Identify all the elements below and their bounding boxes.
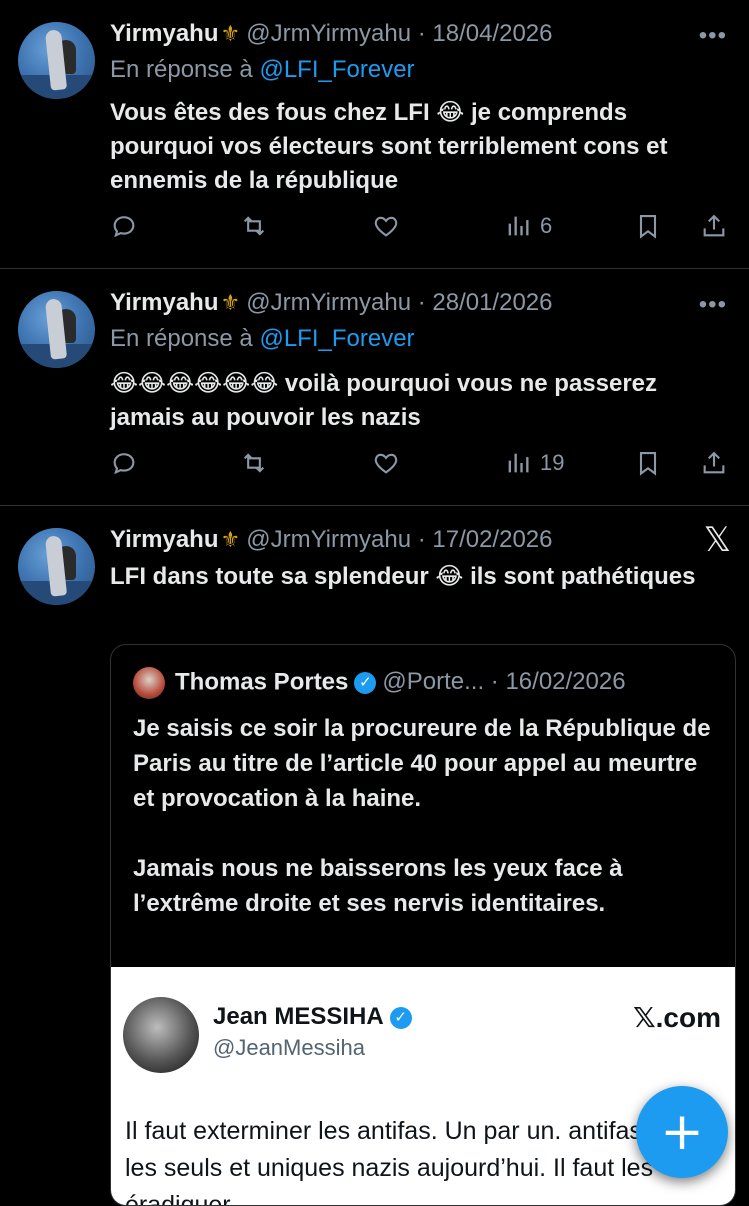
verified-badge-icon: ✓: [389, 1006, 412, 1029]
quoted-header: Thomas Portes ✓ @Porte... · 16/02/2026: [133, 667, 626, 699]
tweet-header: Yirmyahu⚜ @JrmYirmyahu · 18/04/2026: [110, 20, 749, 52]
tweet[interactable]: Yirmyahu⚜ @JrmYirmyahu · 18/04/2026 ••• E…: [0, 0, 749, 269]
author-name[interactable]: Yirmyahu: [110, 289, 218, 316]
reply-icon: [113, 453, 135, 475]
fleur-de-lis-icon: ⚜: [220, 290, 241, 315]
author-handle-date[interactable]: @JrmYirmyahu · 18/04/2026: [246, 20, 552, 47]
reply-icon: [113, 216, 135, 238]
bookmark-button[interactable]: [634, 212, 662, 240]
retweet-button[interactable]: [240, 449, 268, 477]
compose-icon: +: [660, 1102, 704, 1162]
tweet-header: Yirmyahu⚜ @JrmYirmyahu · 28/01/2026: [110, 289, 749, 321]
share-button[interactable]: [700, 449, 728, 477]
avatar[interactable]: [18, 291, 95, 368]
views-count: 19: [540, 450, 565, 475]
reply-prefix: En réponse à: [110, 56, 253, 83]
quoted-author-name[interactable]: Thomas Portes: [175, 668, 348, 695]
reply-prefix: En réponse à: [110, 325, 253, 352]
heart-icon: [374, 216, 398, 237]
verified-badge-icon: ✓: [354, 672, 377, 694]
views-icon: [508, 453, 529, 473]
like-button[interactable]: [372, 212, 400, 240]
x-logo-icon[interactable]: 𝕏: [704, 520, 731, 560]
bookmark-icon: [639, 215, 657, 239]
share-button[interactable]: [700, 212, 728, 240]
fleur-de-lis-icon: ⚜: [220, 21, 241, 46]
avatar[interactable]: [18, 528, 95, 605]
embedded-screenshot-card: Jean MESSIHA ✓ @JeanMessiha 𝕏.com Il faut…: [111, 967, 735, 1205]
author-handle-date[interactable]: @JrmYirmyahu · 17/02/2026: [246, 526, 552, 553]
views-button[interactable]: 6: [504, 212, 552, 240]
tweet-text: LFI dans toute sa splendeur 😂 ils sont p…: [110, 563, 696, 590]
tweet-text: Vous êtes des fous chez LFI 😂 je compren…: [110, 99, 668, 194]
reply-button[interactable]: [110, 449, 138, 477]
tweet-text: 😂😂😂😂😂😂 voilà pourquoi vous ne passerez j…: [110, 370, 658, 431]
share-icon: [703, 451, 725, 474]
retweet-icon: [243, 216, 265, 236]
avatar[interactable]: [18, 22, 95, 99]
reply-mention-link[interactable]: @LFI_Forever: [259, 56, 414, 83]
bookmark-icon: [639, 452, 657, 476]
reply-mention-link[interactable]: @LFI_Forever: [259, 325, 414, 352]
heart-icon: [374, 453, 398, 474]
author-name[interactable]: Yirmyahu: [110, 526, 218, 553]
reply-button[interactable]: [110, 212, 138, 240]
more-icon[interactable]: •••: [699, 291, 727, 319]
card-author-name-text: Jean MESSIHA: [213, 1003, 384, 1030]
tweet[interactable]: Yirmyahu⚜ @JrmYirmyahu · 17/02/2026 𝕏 LFI…: [0, 506, 749, 1206]
author-handle-date[interactable]: @JrmYirmyahu · 28/01/2026: [246, 289, 552, 316]
retweet-icon: [243, 453, 265, 473]
author-name[interactable]: Yirmyahu: [110, 20, 218, 47]
quoted-text: Je saisis ce soir la procureure de la Ré…: [133, 715, 711, 917]
bookmark-button[interactable]: [634, 449, 662, 477]
card-author-handle: @JeanMessiha: [213, 1035, 365, 1060]
tweet[interactable]: Yirmyahu⚜ @JrmYirmyahu · 28/01/2026 ••• E…: [0, 269, 749, 506]
tweet-actions: 19: [110, 449, 729, 485]
more-icon[interactable]: •••: [699, 22, 727, 50]
quoted-avatar[interactable]: [133, 667, 165, 699]
views-button[interactable]: 19: [504, 449, 564, 477]
like-button[interactable]: [372, 449, 400, 477]
views-count: 6: [540, 213, 553, 238]
share-icon: [703, 214, 725, 237]
views-icon: [508, 216, 529, 236]
reply-context: En réponse à @LFI_Forever: [110, 56, 415, 84]
compose-button[interactable]: +: [636, 1086, 728, 1178]
card-author-name: Jean MESSIHA ✓: [213, 1003, 412, 1031]
tweet-actions: 6: [110, 212, 729, 248]
card-text: Il faut exterminer les antifas. Un par u…: [125, 1117, 697, 1206]
xcom-brand: 𝕏.com: [633, 1002, 721, 1033]
tweet-header: Yirmyahu⚜ @JrmYirmyahu · 17/02/2026: [110, 526, 749, 558]
retweet-button[interactable]: [240, 212, 268, 240]
fleur-de-lis-icon: ⚜: [220, 527, 241, 552]
reply-context: En réponse à @LFI_Forever: [110, 325, 415, 353]
card-avatar: [123, 997, 199, 1073]
quoted-handle-date[interactable]: @Porte... · 16/02/2026: [382, 668, 625, 695]
